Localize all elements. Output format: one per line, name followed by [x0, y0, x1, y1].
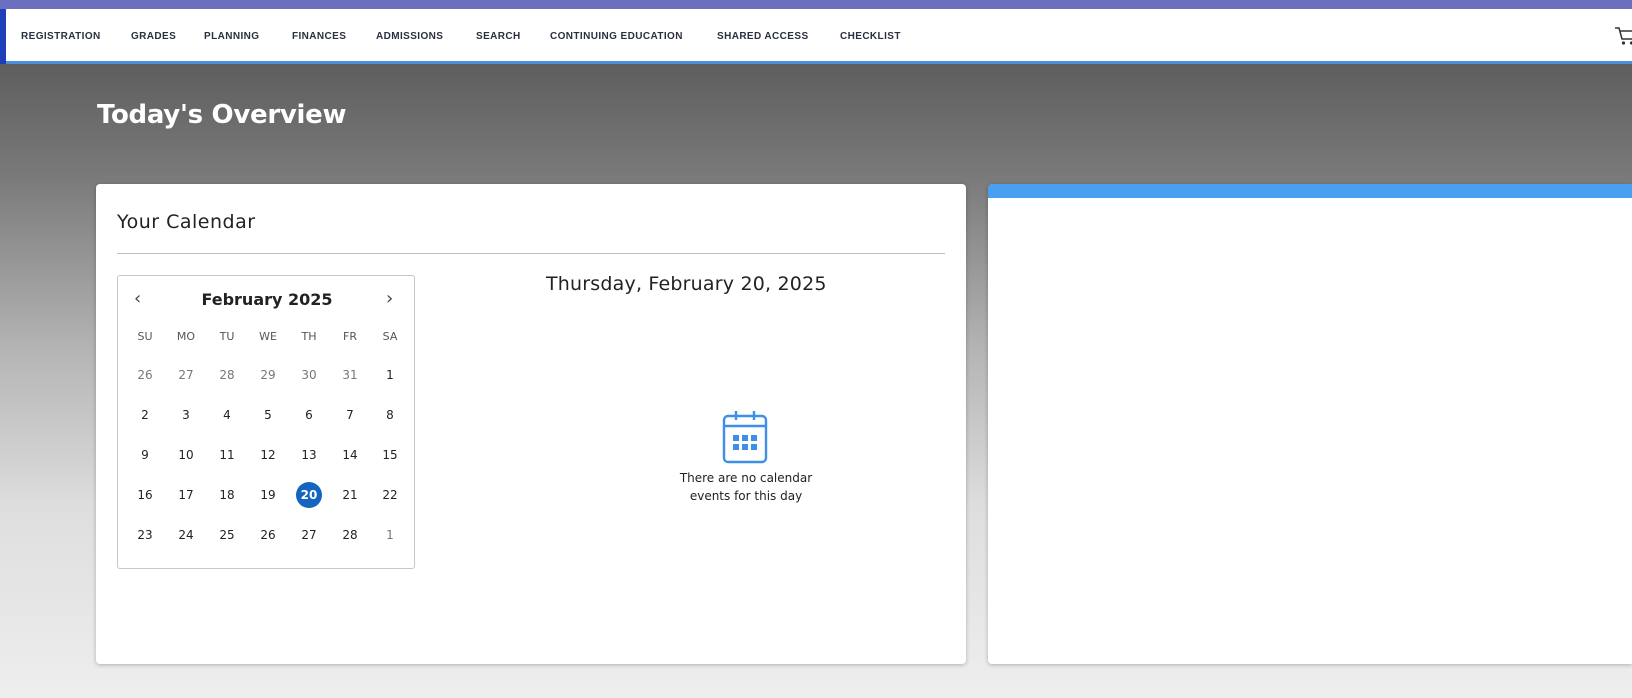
card-divider — [117, 253, 945, 254]
cart-icon[interactable] — [1614, 25, 1632, 47]
calendar-day[interactable]: 17 — [173, 482, 199, 508]
calendar-day[interactable]: 1 — [377, 522, 403, 548]
weekday-label-su: SU — [137, 330, 153, 343]
weekday-label-tu: TU — [219, 330, 235, 343]
nav-item-grades[interactable]: GRADES — [131, 31, 176, 42]
calendar-day[interactable]: 28 — [337, 522, 363, 548]
calendar-day[interactable]: 2 — [132, 402, 158, 428]
nav-item-checklist[interactable]: CHECKLIST — [840, 31, 901, 42]
calendar-day[interactable]: 21 — [337, 482, 363, 508]
nav-item-finances[interactable]: FINANCES — [292, 31, 346, 42]
weekday-label-th: TH — [301, 330, 317, 343]
calendar-day[interactable]: 18 — [214, 482, 240, 508]
nav-item-registration[interactable]: REGISTRATION — [21, 31, 101, 42]
calendar-day[interactable]: 15 — [377, 442, 403, 468]
calendar-month-label: February 2025 — [201, 290, 333, 309]
weekday-label-fr: FR — [343, 330, 357, 343]
calendar-day[interactable]: 12 — [255, 442, 281, 468]
empty-events-message: There are no calendar events for this da… — [679, 471, 813, 503]
calendar-day[interactable]: 9 — [132, 442, 158, 468]
calendar-day[interactable]: 4 — [214, 402, 240, 428]
calendar-day[interactable]: 14 — [337, 442, 363, 468]
chevron-right-icon[interactable]: › — [386, 288, 393, 309]
right-panel-card — [988, 184, 1632, 664]
calendar-day[interactable]: 1 — [377, 362, 403, 388]
calendar-card: Your Calendar ‹ February 2025 › SU MO TU WE… — [96, 184, 966, 664]
nav-item-admissions[interactable]: ADMISSIONS — [376, 31, 443, 42]
nav-item-planning[interactable]: PLANNING — [204, 31, 259, 42]
mini-calendar: ‹ February 2025 › SU MO TU WE TH FR SA 26 27 28 29… — [117, 275, 415, 569]
calendar-day[interactable]: 13 — [296, 442, 322, 468]
card-title: Your Calendar — [117, 211, 256, 233]
main-navigation: REGISTRATION GRADES PLANNING FINANCES AD… — [0, 9, 1632, 64]
calendar-day[interactable]: 29 — [255, 362, 281, 388]
calendar-day[interactable]: 26 — [132, 362, 158, 388]
calendar-day[interactable]: 27 — [296, 522, 322, 548]
calendar-day[interactable]: 31 — [337, 362, 363, 388]
calendar-day[interactable]: 8 — [377, 402, 403, 428]
calendar-day[interactable]: 10 — [173, 442, 199, 468]
calendar-day[interactable]: 26 — [255, 522, 281, 548]
calendar-day[interactable]: 5 — [255, 402, 281, 428]
calendar-day[interactable]: 3 — [173, 402, 199, 428]
nav-item-shared-access[interactable]: SHARED ACCESS — [717, 31, 809, 42]
calendar-day[interactable]: 27 — [173, 362, 199, 388]
nav-item-search[interactable]: SEARCH — [476, 31, 521, 42]
calendar-icon — [722, 410, 768, 464]
calendar-day[interactable]: 30 — [296, 362, 322, 388]
calendar-day[interactable]: 28 — [214, 362, 240, 388]
calendar-day[interactable]: 19 — [255, 482, 281, 508]
top-accent-bar — [0, 0, 1632, 9]
calendar-day[interactable]: 6 — [296, 402, 322, 428]
calendar-day[interactable]: 23 — [132, 522, 158, 548]
calendar-day[interactable]: 16 — [132, 482, 158, 508]
selected-date-heading: Thursday, February 20, 2025 — [546, 273, 827, 295]
nav-item-continuing-education[interactable]: CONTINUING EDUCATION — [550, 31, 683, 42]
weekday-label-we: WE — [259, 330, 277, 343]
calendar-day[interactable]: 25 — [214, 522, 240, 548]
calendar-day[interactable]: 24 — [173, 522, 199, 548]
calendar-day[interactable]: 22 — [377, 482, 403, 508]
calendar-day[interactable]: 11 — [214, 442, 240, 468]
calendar-day[interactable]: 20 — [296, 482, 322, 508]
page-title: Today's Overview — [97, 100, 347, 130]
nav-left-stripe — [0, 9, 6, 64]
weekday-label-mo: MO — [176, 330, 196, 343]
calendar-day[interactable]: 7 — [337, 402, 363, 428]
weekday-label-sa: SA — [382, 330, 398, 343]
